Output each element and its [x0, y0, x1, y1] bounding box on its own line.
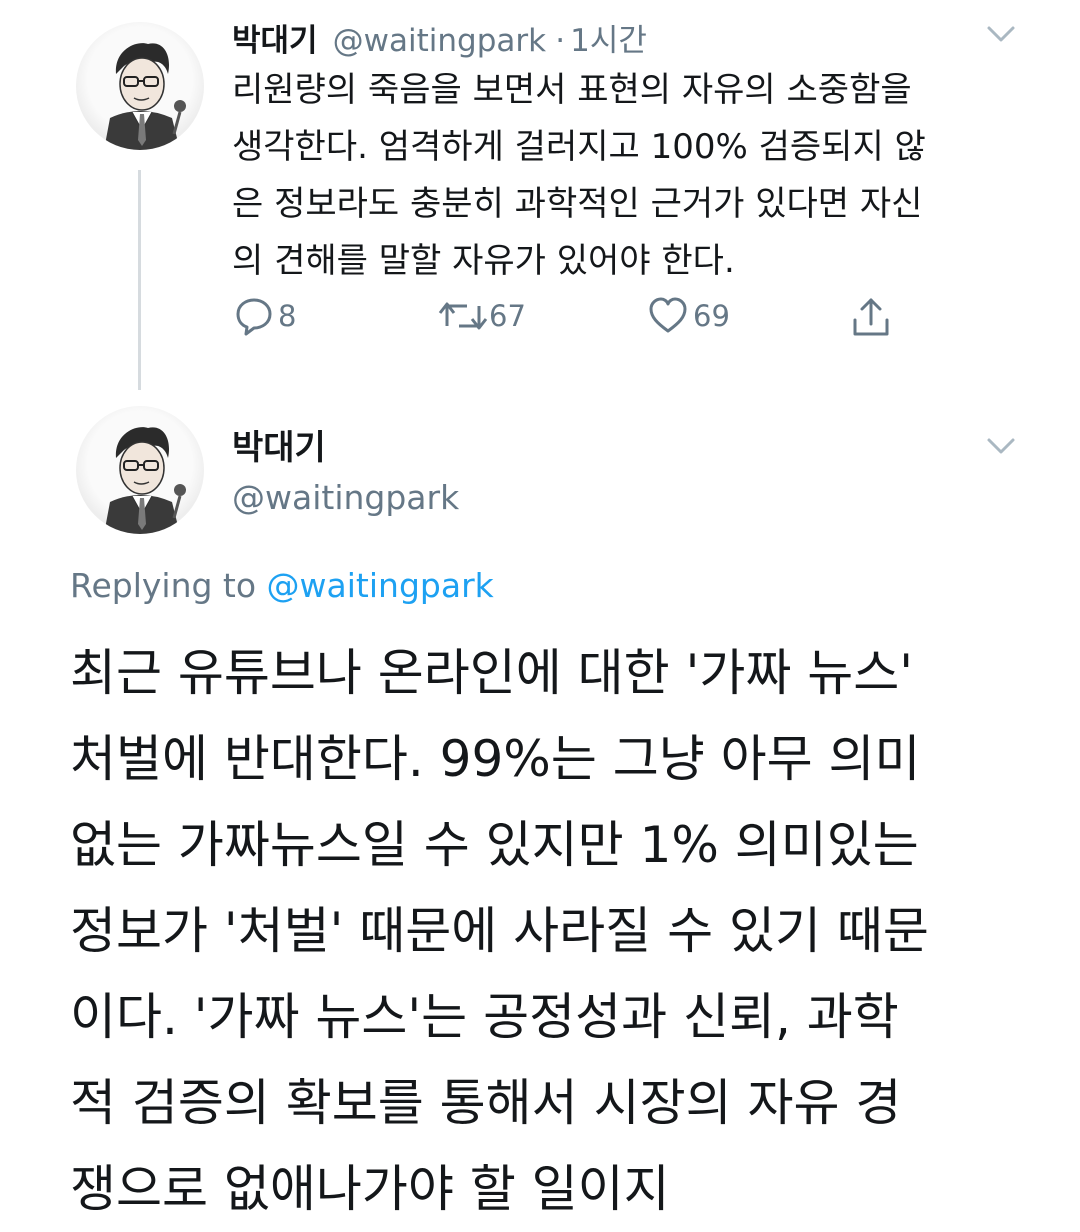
- thread-line: [138, 170, 141, 390]
- replying-to: Replying to @waitingpark: [70, 566, 494, 605]
- replying-to-link[interactable]: @waitingpark: [267, 566, 494, 605]
- avatar[interactable]: [76, 22, 204, 150]
- parent-action-bar: 8 67 69: [232, 296, 932, 346]
- share-icon: [850, 296, 892, 340]
- parent-handle[interactable]: @waitingpark: [333, 23, 546, 59]
- avatar-illustration: [104, 43, 186, 150]
- main-text-line: 처벌에 반대한다. 99%는 그냥 아무 의미: [70, 730, 921, 788]
- parent-text-line: 은 정보라도 충분히 과학적인 근거가 있다면 자신: [232, 184, 923, 224]
- main-text-line: 정보가 '처벌' 때문에 사라질 수 있기 때문: [70, 902, 929, 960]
- like-icon: [647, 296, 689, 336]
- main-display-name[interactable]: 박대기: [232, 420, 326, 469]
- main-text-line: 최근 유튜브나 온라인에 대한 '가짜 뉴스': [70, 644, 913, 702]
- main-text-line: 쟁으로 없애나가야 할 일이지: [70, 1160, 670, 1218]
- parent-text-line: 의 견해를 말할 자유가 있어야 한다.: [232, 241, 735, 281]
- reply-count: 8: [278, 299, 297, 333]
- retweet-button[interactable]: 67: [437, 296, 526, 336]
- retweet-icon: [437, 296, 489, 336]
- main-text-line: 이다. '가짜 뉴스'는 공정성과 신뢰, 과학: [70, 988, 899, 1046]
- parent-tweet-header: 박대기 @waitingpark · 1시간: [232, 15, 647, 60]
- main-tweet-text: 최근 유튜브나 온라인에 대한 '가짜 뉴스' 처벌에 반대한다. 99%는 그…: [70, 630, 1060, 1232]
- retweet-count: 67: [489, 299, 526, 333]
- reply-button[interactable]: 8: [232, 296, 296, 336]
- share-button[interactable]: [850, 296, 892, 340]
- like-button[interactable]: 69: [647, 296, 730, 336]
- main-text-line: 적 검증의 확보를 통해서 시장의 자유 경: [70, 1074, 902, 1132]
- parent-time[interactable]: 1시간: [570, 23, 647, 59]
- replying-prefix: Replying to: [70, 566, 257, 605]
- reply-icon: [232, 296, 276, 336]
- chevron-down-icon[interactable]: [986, 24, 1016, 48]
- main-handle[interactable]: @waitingpark: [232, 478, 459, 517]
- parent-display-name[interactable]: 박대기: [232, 23, 318, 59]
- like-count: 69: [693, 299, 730, 333]
- parent-text-line: 생각한다. 엄격하게 걸러지고 100% 검증되지 않: [232, 127, 926, 167]
- avatar[interactable]: [76, 406, 204, 534]
- time-separator: ·: [555, 23, 566, 59]
- main-text-line: 없는 가짜뉴스일 수 있지만 1% 의미있는: [70, 816, 919, 874]
- parent-text-line: 리원량의 죽음을 보면서 표현의 자유의 소중함을: [232, 70, 912, 110]
- chevron-down-icon[interactable]: [986, 436, 1016, 460]
- avatar-illustration: [104, 427, 186, 534]
- parent-tweet-text: 리원량의 죽음을 보면서 표현의 자유의 소중함을 생각한다. 엄격하게 걸러지…: [232, 62, 1032, 290]
